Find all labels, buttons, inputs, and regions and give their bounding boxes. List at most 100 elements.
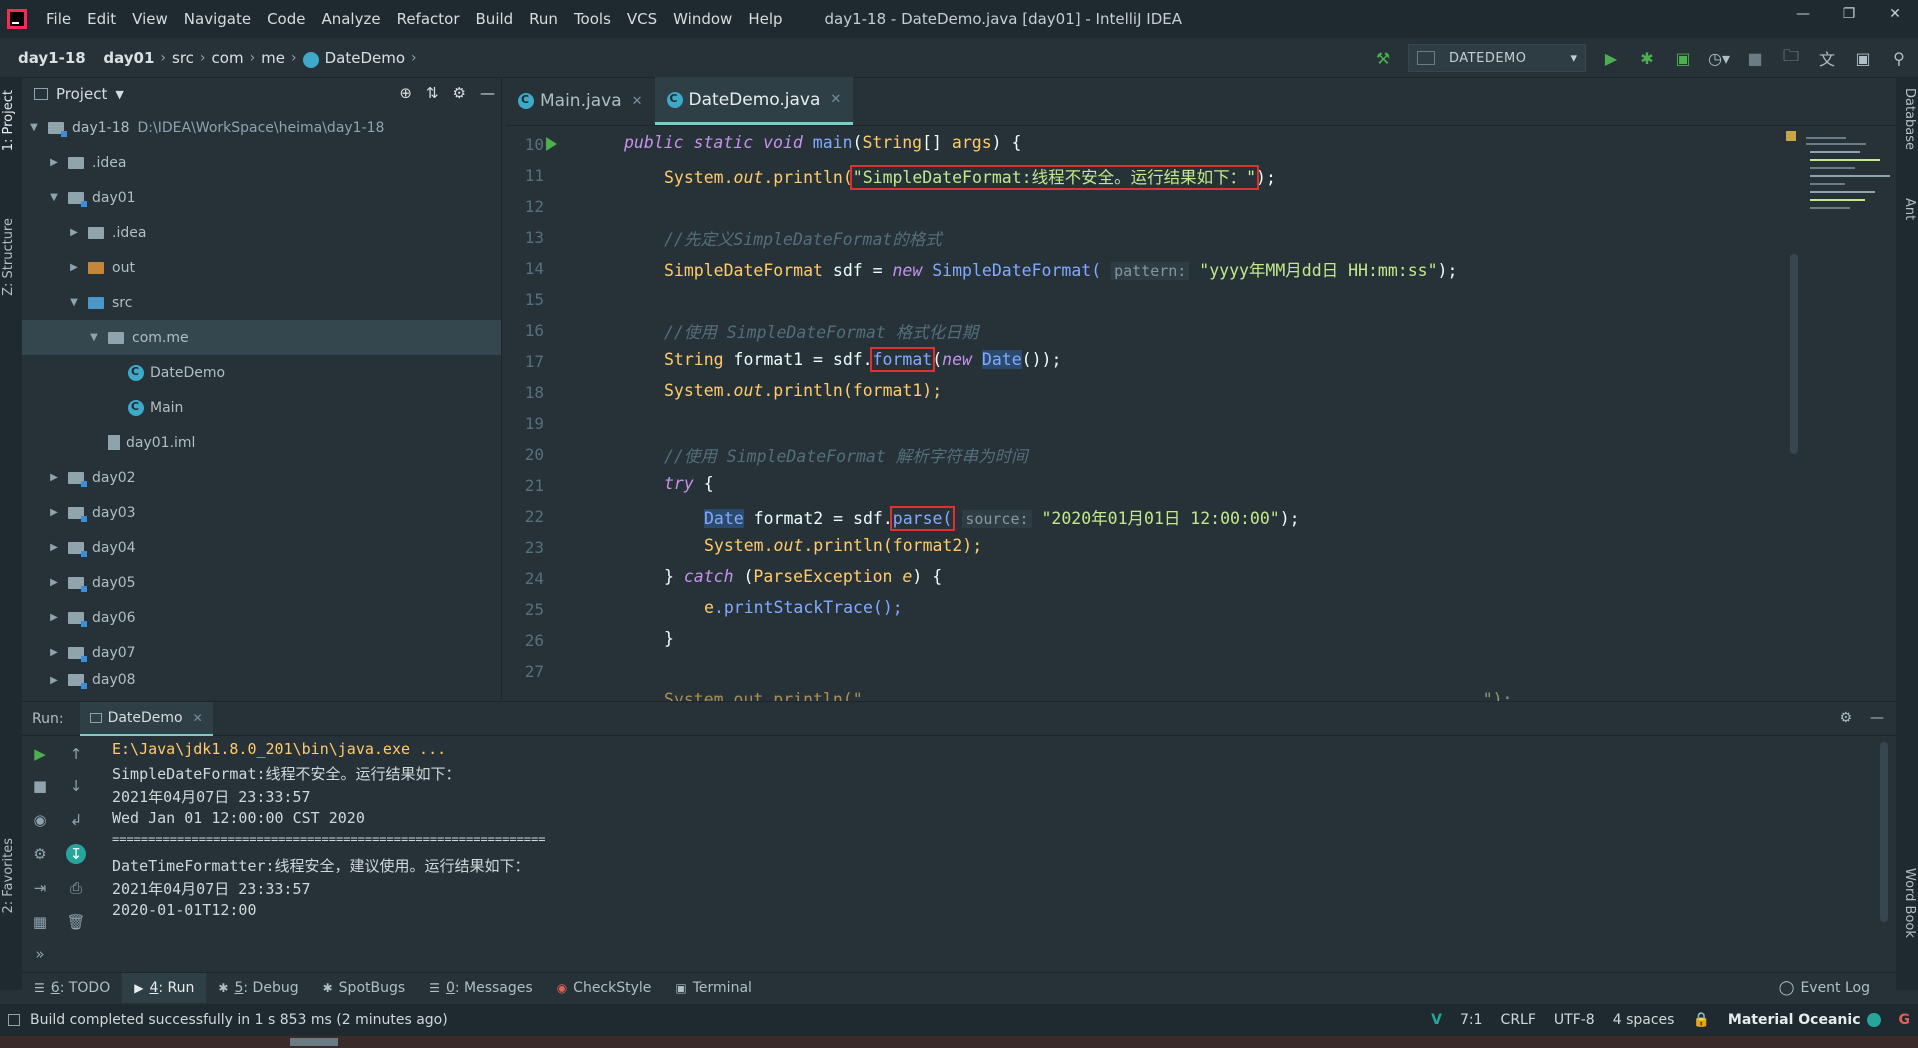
code-editor[interactable]: 10 11 12 13 14 15 16 17 18 19 20 21 22 2… [506, 129, 1896, 701]
close-tab-icon[interactable]: ✕ [830, 92, 841, 107]
vim-icon[interactable]: V [1431, 1012, 1442, 1028]
collapsed-arrow-icon[interactable]: ▶ [46, 647, 62, 658]
google-icon[interactable]: G [1899, 1012, 1911, 1028]
print-icon[interactable]: ⎙ [66, 878, 86, 898]
tree-row[interactable]: ▼ day01 [22, 180, 501, 215]
terminal-window-icon[interactable]: ▣ [1852, 47, 1874, 69]
run-tab-datedemo[interactable]: DateDemo ✕ [79, 701, 213, 736]
menu-tools[interactable]: Tools [566, 10, 619, 28]
hide-icon[interactable]: — [1870, 710, 1884, 726]
menu-window[interactable]: Window [665, 10, 740, 28]
camera-icon[interactable]: ◉ [30, 810, 50, 830]
locate-icon[interactable]: ⊕ [399, 84, 412, 102]
trash-icon[interactable]: 🗑 [66, 912, 86, 932]
rerun-icon[interactable]: ▶ [30, 744, 50, 764]
search-icon[interactable]: ⚲ [1888, 47, 1910, 69]
expanded-arrow-icon[interactable]: ▼ [46, 192, 62, 203]
tree-row[interactable]: ▶ day08 [22, 670, 501, 690]
tree-row[interactable]: ▶ out [22, 250, 501, 285]
expanded-arrow-icon[interactable]: ▼ [86, 332, 102, 343]
tab-spotbugs[interactable]: ✱ SpotBugs [311, 973, 418, 1003]
collapsed-arrow-icon[interactable]: ▶ [46, 577, 62, 588]
expanded-arrow-icon[interactable]: ▼ [66, 297, 82, 308]
tab-run[interactable]: ▶ 4: Run [122, 972, 207, 1003]
console-scrollbar[interactable] [1880, 742, 1888, 922]
tool-tab-database[interactable]: Database [1902, 88, 1917, 150]
code-minimap[interactable] [1786, 129, 1896, 459]
tree-row[interactable]: Main [22, 390, 501, 425]
run-icon[interactable]: ▶ [1600, 47, 1622, 69]
tree-row[interactable]: day01.iml [22, 425, 501, 460]
tab-checkstyle[interactable]: ◉ CheckStyle [545, 973, 664, 1003]
menu-analyze[interactable]: Analyze [313, 10, 388, 28]
tool-tab-word-book[interactable]: Word Book [1902, 868, 1917, 938]
tool-tab-favorites[interactable]: 2: Favorites [1, 838, 16, 914]
chevron-down-icon[interactable]: ▼ [115, 88, 123, 101]
menu-navigate[interactable]: Navigate [176, 10, 259, 28]
editor-scrollbar[interactable] [1790, 254, 1798, 454]
login-icon[interactable]: ⇥ [30, 878, 50, 898]
menu-view[interactable]: View [124, 10, 176, 28]
profile-icon[interactable]: ◷▾ [1708, 47, 1730, 69]
soft-wrap-icon[interactable]: ↲ [66, 810, 86, 830]
menu-code[interactable]: Code [259, 10, 313, 28]
gear-icon[interactable]: ⚙ [453, 84, 466, 102]
tree-row[interactable]: ▶ day04 [22, 530, 501, 565]
tab-main-java[interactable]: Main.java ✕ [506, 77, 655, 125]
collapse-all-icon[interactable]: ⇅ [426, 84, 439, 102]
caret-position[interactable]: 7:1 [1460, 1012, 1483, 1028]
close-tab-icon[interactable]: ✕ [193, 711, 203, 725]
collapsed-arrow-icon[interactable]: ▶ [66, 262, 82, 273]
tree-row[interactable]: ▼ com.me [22, 320, 501, 355]
scroll-to-end-icon[interactable]: ↧ [66, 844, 86, 864]
theme-name[interactable]: Material Oceanic [1728, 1012, 1861, 1028]
collapsed-arrow-icon[interactable]: ▶ [46, 675, 62, 686]
menu-help[interactable]: Help [740, 10, 790, 28]
tree-row[interactable]: ▶ day06 [22, 600, 501, 635]
tree-row[interactable]: ▶ .idea [22, 215, 501, 250]
arrow-down-icon[interactable]: ↓ [66, 776, 86, 796]
tab-datedemo-java[interactable]: DateDemo.java ✕ [654, 77, 854, 125]
menu-file[interactable]: File [38, 10, 79, 28]
toggle-tool-windows-icon[interactable] [8, 1014, 20, 1026]
indent-setting[interactable]: 4 spaces [1613, 1012, 1675, 1028]
collapsed-arrow-icon[interactable]: ▶ [46, 157, 62, 168]
tool-tab-project[interactable]: 1: Project [1, 90, 16, 151]
breadcrumb-src[interactable]: src [172, 49, 194, 67]
collapsed-arrow-icon[interactable]: ▶ [46, 612, 62, 623]
stop-icon[interactable]: ■ [1744, 47, 1766, 69]
tool-tab-ant[interactable]: Ant [1902, 198, 1917, 220]
expanded-arrow-icon[interactable]: ▼ [26, 122, 42, 133]
arrow-up-icon[interactable]: ↑ [66, 744, 86, 764]
status-message[interactable]: Build completed successfully in 1 s 853 … [30, 1012, 448, 1028]
breadcrumb-me[interactable]: me [261, 49, 285, 67]
restore-icon[interactable]: ❐ [1826, 0, 1872, 30]
tree-row[interactable]: ▶ day02 [22, 460, 501, 495]
stop-icon[interactable]: ■ [30, 776, 50, 796]
breadcrumb-module[interactable]: day01 [103, 49, 154, 67]
project-structure-icon[interactable]: 🗀 [1780, 46, 1802, 69]
menu-edit[interactable]: Edit [79, 10, 124, 28]
line-separator[interactable]: CRLF [1501, 1012, 1536, 1028]
run-gutter-icon[interactable] [546, 137, 557, 151]
tree-row[interactable]: ▶ day03 [22, 495, 501, 530]
debug-icon[interactable]: ✱ [1636, 47, 1658, 69]
collapsed-arrow-icon[interactable]: ▶ [46, 472, 62, 483]
breadcrumb-class[interactable]: DateDemo [325, 49, 405, 67]
tree-row[interactable]: DateDemo [22, 355, 501, 390]
hide-icon[interactable]: — [480, 84, 495, 102]
build-hammer-icon[interactable]: ⚒ [1372, 47, 1394, 69]
collapsed-arrow-icon[interactable]: ▶ [46, 507, 62, 518]
more-icon[interactable]: » [30, 944, 50, 964]
lock-icon[interactable]: 🔒 [1692, 1012, 1709, 1028]
close-tab-icon[interactable]: ✕ [632, 94, 643, 109]
gear-icon[interactable]: ⚙ [1839, 710, 1852, 726]
tree-row[interactable]: ▶ day07 [22, 635, 501, 670]
menu-build[interactable]: Build [468, 10, 522, 28]
horizontal-scrollbar[interactable] [290, 1038, 338, 1046]
tab-todo[interactable]: ☰ 6: TODO [22, 973, 122, 1003]
settings-icon[interactable]: ⚙ [30, 844, 50, 864]
minimize-icon[interactable]: — [1780, 0, 1826, 30]
tree-row[interactable]: ▼ day1-18 D:\IDEA\WorkSpace\heima\day1-1… [22, 110, 501, 145]
event-log-button[interactable]: ◯ Event Log [1779, 973, 1870, 1003]
